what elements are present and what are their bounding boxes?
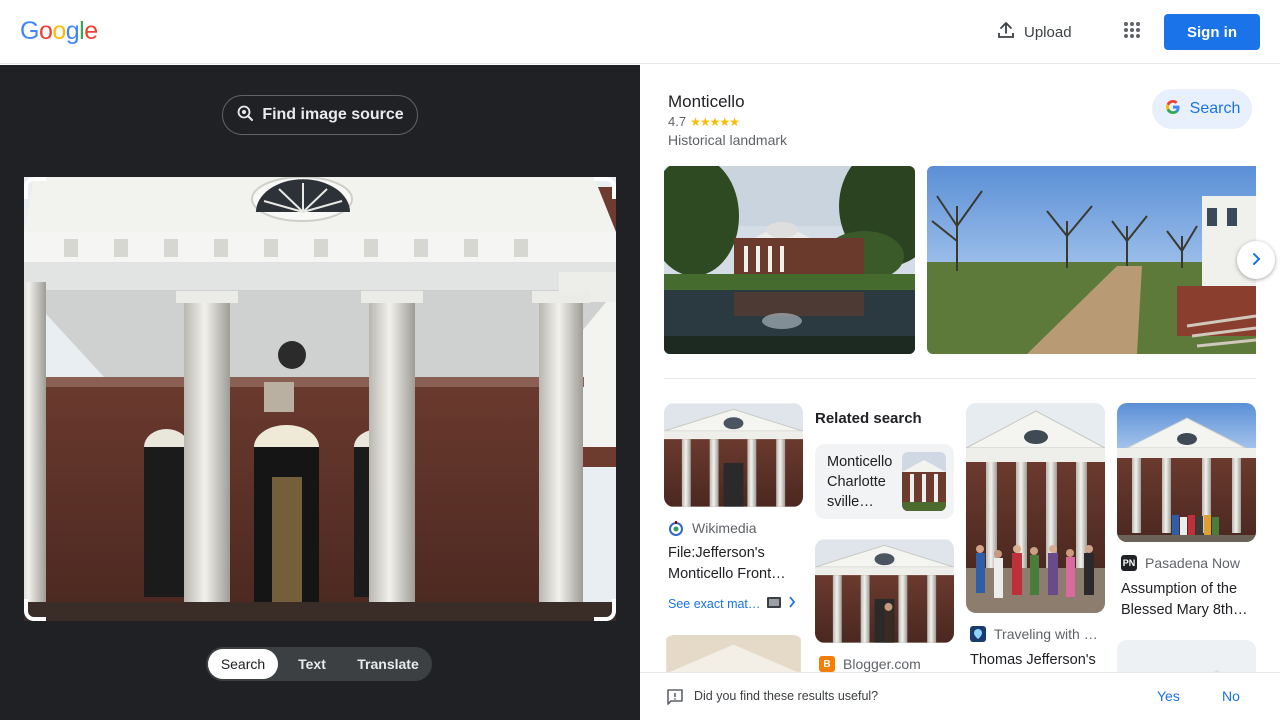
logo-letter: g (65, 17, 80, 45)
next-images-button[interactable] (1237, 241, 1275, 279)
result-image-wikimedia[interactable] (664, 403, 803, 507)
lens-search-icon (236, 104, 254, 127)
upload-label: Upload (1024, 23, 1072, 41)
result-image-blogger[interactable] (815, 539, 954, 643)
search-google-button[interactable]: Search (1152, 89, 1252, 129)
search-google-label: Search (1189, 100, 1241, 117)
query-image[interactable] (24, 177, 616, 621)
rating-value: 4.7 (668, 114, 687, 129)
result-source[interactable]: Traveling with … (970, 626, 1098, 642)
related-search-thumbnail (902, 452, 946, 511)
wikimedia-icon (668, 520, 684, 536)
related-search-query: Monticello Charlotte sville… (827, 452, 907, 512)
source-name: Wikimedia (692, 520, 757, 536)
portico-thumbnail (664, 403, 803, 507)
feedback-bar: Did you find these results useful? Yes N… (640, 672, 1280, 720)
google-g-icon (1164, 98, 1182, 121)
crop-handle-bottom-left[interactable] (24, 599, 46, 621)
result-title-line: Thomas Jefferson's (970, 652, 1096, 668)
top-header: Google Upload Sign in (0, 0, 1280, 64)
blogger-icon: B (819, 656, 835, 672)
chevron-right-icon (788, 596, 796, 611)
star-rating-icon: ★★★★★ (690, 114, 740, 129)
knowledge-panel-image[interactable] (664, 166, 915, 354)
traveling-site-icon (970, 626, 986, 642)
related-query-line: sville… (827, 494, 874, 510)
result-source[interactable]: Wikimedia (668, 520, 757, 536)
rating: 4.7 ★★★★★ (668, 114, 740, 129)
feedback-question: Did you find these results useful? (694, 689, 879, 703)
result-title[interactable]: Assumption of the Blessed Mary 8th… (1121, 579, 1256, 621)
crop-handle-top-left[interactable] (24, 177, 46, 199)
see-exact-matches-link[interactable]: See exact mat… (668, 595, 796, 612)
logo-letter: o (38, 17, 53, 45)
tab-text[interactable]: Text (278, 649, 346, 679)
tab-search[interactable]: Search (208, 649, 278, 679)
source-name: Pasadena Now (1145, 555, 1240, 571)
feedback-icon (666, 688, 684, 711)
find-image-source-button[interactable]: Find image source (222, 95, 418, 135)
crop-handle-bottom-right[interactable] (594, 599, 616, 621)
logo-letter: e (84, 17, 98, 45)
related-search-heading: Related search (815, 410, 922, 427)
result-image-pasadena[interactable] (1117, 403, 1256, 542)
upload-button[interactable]: Upload (984, 16, 1084, 48)
logo-letter: G (20, 17, 39, 45)
result-title-line: Assumption of the (1121, 581, 1238, 597)
source-name: Blogger.com (843, 656, 921, 672)
section-divider (664, 378, 1256, 379)
portico-group-photo (1117, 403, 1256, 542)
related-query-line: Monticello (827, 454, 893, 470)
related-query-line: Charlotte (827, 474, 886, 490)
crop-handle-top-right[interactable] (594, 177, 616, 199)
exact-match-icon (766, 595, 782, 612)
monticello-reflection-photo (664, 166, 915, 354)
sign-in-button[interactable]: Sign in (1164, 14, 1260, 50)
mode-tabs: Search Text Translate (206, 647, 432, 681)
result-title-line: File:Jefferson's (668, 545, 765, 561)
result-image-traveling[interactable] (966, 403, 1105, 613)
portico-tourists-photo (966, 403, 1105, 613)
source-name: Traveling with … (994, 626, 1098, 642)
result-title-line: Monticello Front… (668, 566, 786, 582)
monticello-portico-photo (24, 177, 616, 621)
pasadena-now-icon: PN (1121, 555, 1137, 571)
result-source[interactable]: PN Pasadena Now (1121, 555, 1240, 571)
knowledge-panel-title[interactable]: Monticello (668, 92, 745, 112)
results-pane: Monticello 4.7 ★★★★★ Historical landmark… (640, 65, 1280, 720)
chevron-right-icon (1249, 250, 1263, 271)
monticello-grounds-photo (927, 166, 1256, 354)
result-title[interactable]: Thomas Jefferson's (970, 650, 1105, 671)
google-apps-button[interactable] (1116, 16, 1148, 48)
knowledge-panel-image[interactable] (927, 166, 1256, 354)
result-title[interactable]: File:Jefferson's Monticello Front… (668, 543, 798, 585)
feedback-yes-button[interactable]: Yes (1157, 688, 1180, 704)
logo-letter: o (52, 17, 66, 45)
result-title-line: Blessed Mary 8th… (1121, 602, 1248, 618)
find-image-source-label: Find image source (262, 106, 404, 123)
place-type: Historical landmark (668, 132, 788, 148)
upload-icon (996, 20, 1016, 44)
google-logo[interactable]: Google (20, 17, 98, 46)
tab-translate[interactable]: Translate (346, 649, 430, 679)
portico-thumbnail (815, 539, 954, 643)
query-image-pane: Find image source Search Text Translate (0, 65, 640, 720)
result-source[interactable]: B Blogger.com (819, 656, 921, 672)
feedback-no-button[interactable]: No (1222, 688, 1240, 704)
see-exact-matches-label: See exact mat… (668, 596, 761, 611)
apps-grid-icon (1123, 21, 1141, 44)
related-search-card[interactable]: Monticello Charlotte sville… (815, 444, 954, 519)
